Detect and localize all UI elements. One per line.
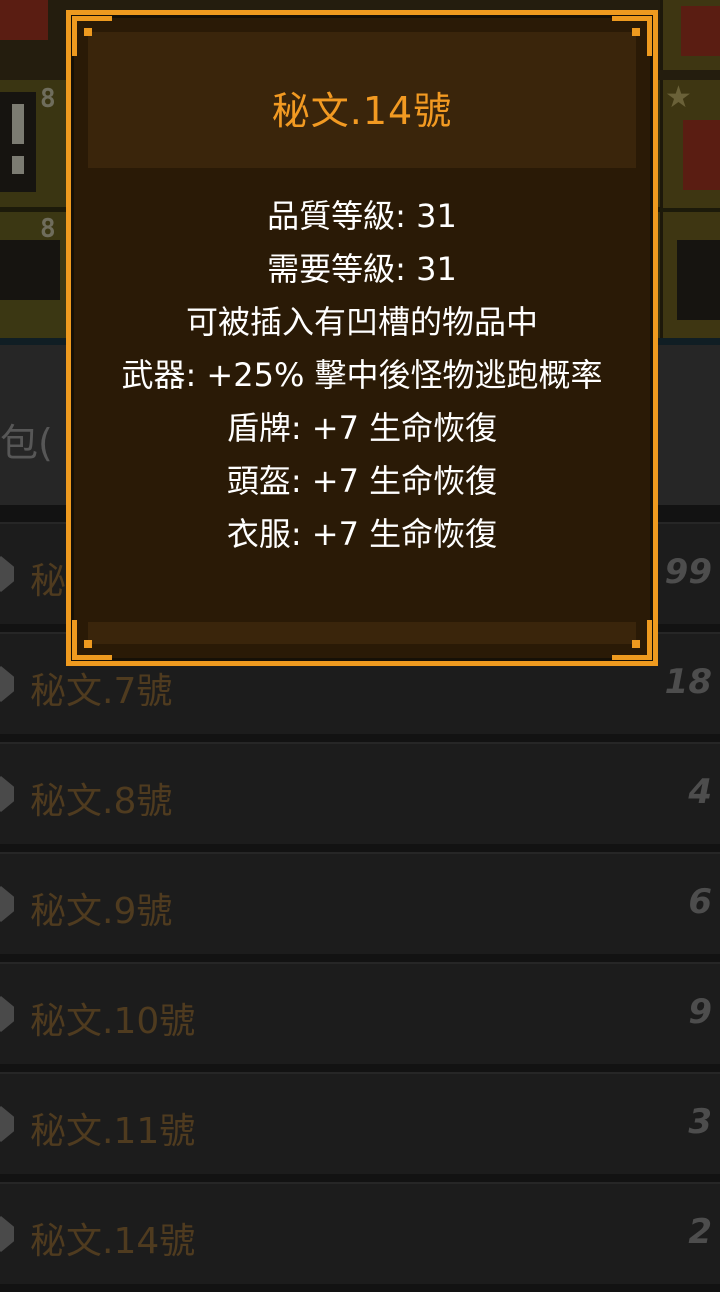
armor-item-icon <box>683 120 720 190</box>
rune-icon <box>0 1216 14 1252</box>
tooltip-footer <box>88 622 636 644</box>
equip-slot-right-2[interactable]: ★ <box>660 80 720 208</box>
stat-weapon: 武器: +25% 擊中後怪物逃跑概率 <box>121 356 603 394</box>
rune-icon <box>0 666 14 702</box>
rune-icon <box>0 1106 14 1142</box>
tooltip-panel: 秘文.14號 品質等級: 31 需要等級: 31 可被插入有凹槽的物品中 武器:… <box>71 15 653 661</box>
item-name: 秘文.10號 <box>30 1001 196 1042</box>
rune-icon <box>0 886 14 922</box>
star-icon: ★ <box>665 80 692 115</box>
bag-label: 包( <box>0 421 53 465</box>
rune-icon <box>0 556 14 592</box>
item-count: 99 <box>664 552 712 592</box>
list-item[interactable]: 秘文.9號 6 <box>0 852 720 954</box>
equip-slot-right-3[interactable] <box>660 212 720 338</box>
slot-number-1: 8 <box>40 84 56 114</box>
corner-ornament-icon <box>72 614 118 660</box>
item-name: 秘 <box>30 561 67 602</box>
item-count: 9 <box>688 992 712 1032</box>
helmet-item-icon <box>677 240 720 320</box>
corner-ornament-icon <box>606 16 652 62</box>
item-count: 6 <box>688 882 712 922</box>
item-name: 秘文.11號 <box>30 1111 196 1152</box>
list-item[interactable]: 秘文.14號 2 <box>0 1182 720 1284</box>
corner-ornament-icon <box>72 16 118 62</box>
item-name: 秘文.14號 <box>30 1221 196 1262</box>
item-name: 秘文.9號 <box>30 891 173 932</box>
item-right-1-icon <box>681 6 720 56</box>
item-count: 18 <box>664 662 712 702</box>
item-count: 4 <box>688 772 712 812</box>
boots-item-icon <box>0 240 60 300</box>
corner-ornament-icon <box>606 614 652 660</box>
tooltip-stats: 品質等級: 31 需要等級: 31 可被插入有凹槽的物品中 武器: +25% 擊… <box>74 190 650 561</box>
stat-required-level: 需要等級: 31 <box>267 250 457 288</box>
tooltip-title: 秘文.14號 <box>271 89 453 133</box>
red-item-icon <box>0 0 48 40</box>
item-name: 秘文.8號 <box>30 781 173 822</box>
stat-helmet: 頭盔: +7 生命恢復 <box>226 462 498 500</box>
item-name: 秘文.7號 <box>30 671 173 712</box>
item-count: 3 <box>688 1102 712 1142</box>
stat-armor: 衣服: +7 生命恢復 <box>226 515 498 553</box>
sword-blade-icon <box>12 104 24 144</box>
stat-quality-level: 品質等級: 31 <box>267 197 457 235</box>
stat-socketable: 可被插入有凹槽的物品中 <box>185 303 538 341</box>
rune-icon <box>0 776 14 812</box>
item-count: 2 <box>688 1212 712 1252</box>
list-item[interactable]: 秘文.11號 3 <box>0 1072 720 1174</box>
slot-number-2: 8 <box>40 214 56 244</box>
list-item[interactable]: 秘文.10號 9 <box>0 962 720 1064</box>
equip-slot-right-1[interactable] <box>660 0 720 70</box>
list-item[interactable]: 秘文.8號 4 <box>0 742 720 844</box>
rune-icon <box>0 996 14 1032</box>
item-tooltip[interactable]: 秘文.14號 品質等級: 31 需要等級: 31 可被插入有凹槽的物品中 武器:… <box>66 10 658 666</box>
stat-shield: 盾牌: +7 生命恢復 <box>226 409 498 447</box>
sword-tip-icon <box>12 156 24 174</box>
